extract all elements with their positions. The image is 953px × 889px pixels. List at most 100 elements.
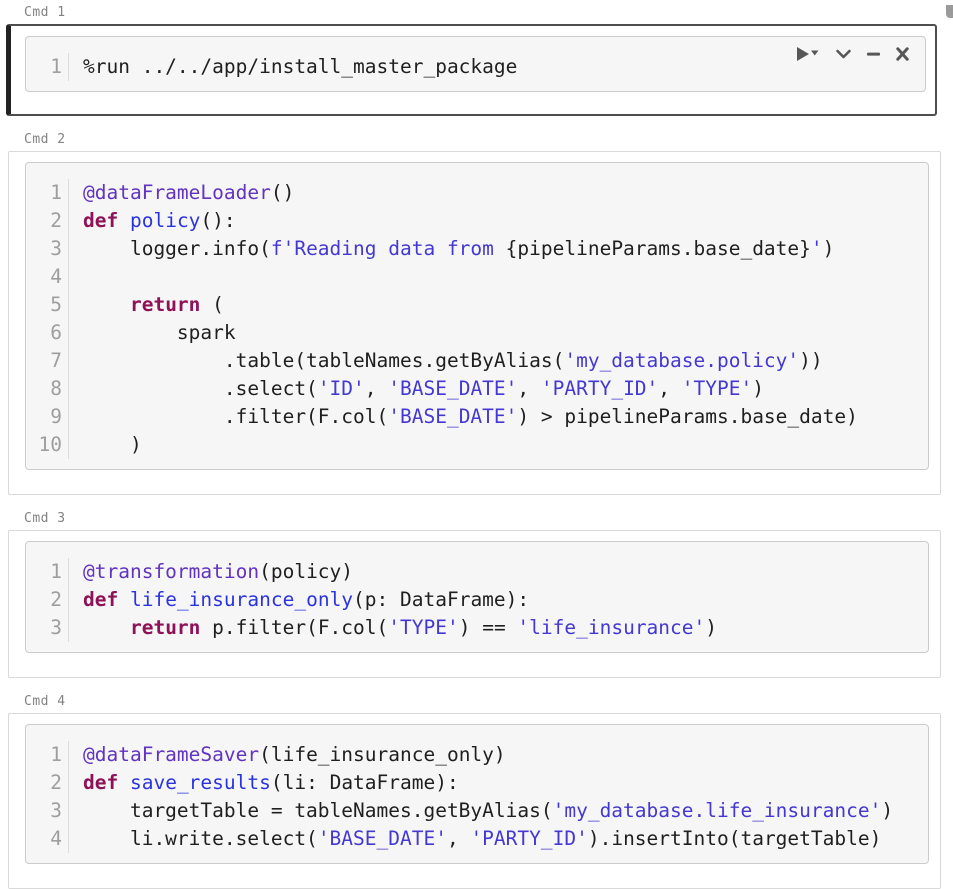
- run-icon[interactable]: [795, 46, 821, 62]
- notebook-page: Cmd 1 1 %run ../../app/install_master_pac…: [0, 5, 953, 886]
- token-plain: p.filter(F.col(: [200, 616, 388, 639]
- code-line[interactable]: li.write.select('BASE_DATE', 'PARTY_ID')…: [83, 825, 928, 853]
- token-plain: .filter(F.col(: [83, 405, 388, 428]
- code-line[interactable]: spark: [83, 319, 928, 347]
- code-line[interactable]: .filter(F.col('BASE_DATE') > pipelinePar…: [83, 403, 928, 431]
- token-plain: ): [752, 377, 764, 400]
- token-plain: targetTable = tableNames.getByAlias(: [83, 799, 553, 822]
- command-1: Cmd 1 1 %run ../../app/install_master_pac…: [8, 5, 941, 116]
- code-line[interactable]: def life_insurance_only(p: DataFrame):: [83, 586, 928, 614]
- token-decorator: @dataFrameLoader: [83, 181, 271, 204]
- cell-container-selected[interactable]: 1 %run ../../app/install_master_package: [6, 24, 937, 116]
- cell-toolbar: [795, 46, 910, 62]
- token-keyword: return: [130, 293, 200, 316]
- line-number: 8: [26, 375, 62, 403]
- token-plain: li.write.select(: [83, 827, 318, 850]
- token-plain: %run ../../app/install_master_package: [83, 55, 517, 78]
- code-line[interactable]: return p.filter(F.col('TYPE') == 'life_i…: [83, 614, 928, 642]
- token-plain: (policy): [259, 560, 353, 583]
- code-line[interactable]: @transformation(policy): [83, 558, 928, 586]
- cell-container[interactable]: 1234@dataFrameSaver(life_insurance_only)…: [8, 713, 941, 889]
- line-number: 1: [26, 53, 62, 81]
- code-line[interactable]: return (: [83, 291, 928, 319]
- code-editor[interactable]: 123@transformation(policy)def life_insur…: [25, 541, 929, 653]
- line-number: 5: [26, 291, 62, 319]
- token-plain: spark: [83, 321, 236, 344]
- code-area[interactable]: @transformation(policy)def life_insuranc…: [69, 558, 928, 642]
- token-function_name: save_results: [130, 771, 271, 794]
- code-line[interactable]: .select('ID', 'BASE_DATE', 'PARTY_ID', '…: [83, 375, 928, 403]
- token-plain: (life_insurance_only): [259, 743, 506, 766]
- token-string: 'my_database.policy': [564, 349, 799, 372]
- line-number: 1: [26, 179, 62, 207]
- line-number: 3: [26, 235, 62, 263]
- line-number: 2: [26, 207, 62, 235]
- code-line[interactable]: @dataFrameSaver(life_insurance_only): [83, 741, 928, 769]
- token-string: 'ID': [318, 377, 365, 400]
- code-editor[interactable]: 12345678910@dataFrameLoader()def policy(…: [25, 162, 929, 470]
- token-plain: ():: [200, 209, 235, 232]
- token-plain: ,: [447, 827, 470, 850]
- minimize-icon[interactable]: [866, 46, 881, 62]
- command-2: Cmd 212345678910@dataFrameLoader()def po…: [8, 132, 941, 495]
- token-string: 'TYPE': [388, 616, 458, 639]
- code-line[interactable]: .table(tableNames.getByAlias('my_databas…: [83, 347, 928, 375]
- command-label: Cmd 1: [24, 5, 941, 20]
- line-number: 3: [26, 797, 62, 825]
- token-decorator: @transformation: [83, 560, 259, 583]
- token-keyword: return: [130, 616, 200, 639]
- command-3: Cmd 3123@transformation(policy)def life_…: [8, 511, 941, 678]
- token-string: 'my_database.life_insurance': [553, 799, 882, 822]
- chevron-down-icon[interactable]: [835, 46, 852, 62]
- token-plain: ): [823, 237, 835, 260]
- line-number: 4: [26, 825, 62, 853]
- token-string: 'BASE_DATE': [388, 377, 517, 400]
- token-plain: (p: DataFrame):: [353, 588, 529, 611]
- token-string: ': [811, 237, 823, 260]
- line-number: 1: [26, 558, 62, 586]
- line-number: 2: [26, 769, 62, 797]
- code-area[interactable]: @dataFrameLoader()def policy(): logger.i…: [69, 179, 928, 459]
- token-string: 'BASE_DATE': [318, 827, 447, 850]
- token-plain: .select(: [83, 377, 318, 400]
- code-line[interactable]: targetTable = tableNames.getByAlias('my_…: [83, 797, 928, 825]
- token-plain: ) > pipelineParams.base_date): [517, 405, 857, 428]
- command-4: Cmd 41234@dataFrameSaver(life_insurance_…: [8, 694, 941, 889]
- token-decorator: @dataFrameSaver: [83, 743, 259, 766]
- token-plain: ).insertInto(targetTable): [588, 827, 882, 850]
- token-keyword: def: [83, 209, 118, 232]
- token-keyword: def: [83, 771, 118, 794]
- line-number: 9: [26, 403, 62, 431]
- code-line[interactable]: def policy():: [83, 207, 928, 235]
- code-line[interactable]: [83, 263, 928, 291]
- token-plain: ): [705, 616, 717, 639]
- scrollbar-nub[interactable]: [946, 5, 953, 18]
- code-line[interactable]: def save_results(li: DataFrame):: [83, 769, 928, 797]
- command-label: Cmd 4: [24, 694, 941, 709]
- token-plain: ,: [658, 377, 681, 400]
- code-line[interactable]: @dataFrameLoader(): [83, 179, 928, 207]
- cell-container[interactable]: 12345678910@dataFrameLoader()def policy(…: [8, 151, 941, 495]
- cell-container[interactable]: 123@transformation(policy)def life_insur…: [8, 530, 941, 678]
- token-string: 'BASE_DATE': [388, 405, 517, 428]
- line-number: 4: [26, 263, 62, 291]
- code-editor[interactable]: 1 %run ../../app/install_master_package: [25, 36, 926, 92]
- token-plain: ): [83, 433, 142, 456]
- command-label: Cmd 2: [24, 132, 941, 147]
- line-number: 7: [26, 347, 62, 375]
- line-number: 3: [26, 614, 62, 642]
- code-line[interactable]: ): [83, 431, 928, 459]
- line-number: 1: [26, 741, 62, 769]
- token-string: 'PARTY_ID': [541, 377, 658, 400]
- code-editor[interactable]: 1234@dataFrameSaver(life_insurance_only)…: [25, 724, 929, 864]
- close-icon[interactable]: [895, 46, 910, 62]
- token-plain: (li: DataFrame):: [271, 771, 459, 794]
- line-number: 10: [26, 431, 62, 459]
- token-plain: (): [271, 181, 294, 204]
- token-plain: ,: [365, 377, 388, 400]
- line-number: 2: [26, 586, 62, 614]
- code-line[interactable]: logger.info(f'Reading data from {pipelin…: [83, 235, 928, 263]
- code-area[interactable]: @dataFrameSaver(life_insurance_only)def …: [69, 741, 928, 853]
- notebook-cells: Cmd 1 1 %run ../../app/install_master_pac…: [8, 5, 941, 889]
- line-number-gutter: 123: [26, 558, 69, 642]
